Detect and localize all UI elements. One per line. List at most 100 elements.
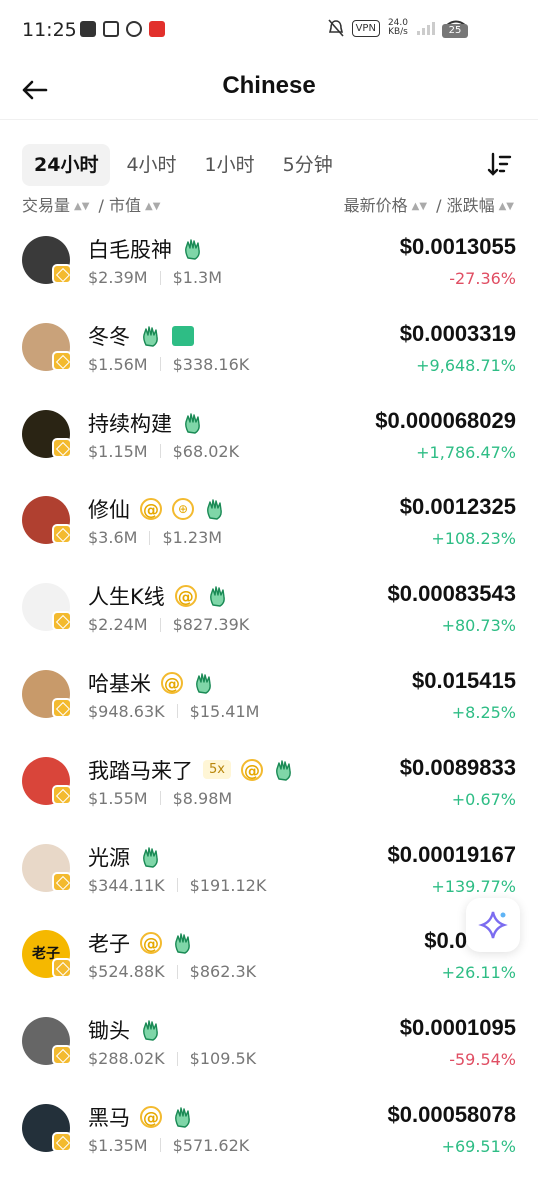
token-name: 持续构建 bbox=[88, 411, 172, 436]
token-list: 白毛股神 $2.39M $1.3M $0.0013055 -27.36% 冬冬 $1.56M… bbox=[0, 222, 538, 1177]
token-volume: $2.39M bbox=[88, 268, 148, 287]
column-headers: 交易量 ▲▼ / 市值 ▲▼ 最新价格 ▲▼ / 涨跌幅 ▲▼ bbox=[22, 192, 518, 218]
token-row[interactable]: 白毛股神 $2.39M $1.3M $0.0013055 -27.36% bbox=[0, 222, 538, 309]
diamond-hand-icon bbox=[143, 1020, 158, 1041]
token-row[interactable]: 黑马 @ $1.35M $571.62K $0.00058078 +69.51% bbox=[0, 1090, 538, 1177]
at-mention-icon: @ bbox=[161, 671, 183, 694]
token-market-cap: $827.39K bbox=[172, 615, 250, 635]
token-row[interactable]: 修仙 @ ⊕ $3.6M $1.23M $0.0012325 +108.23% bbox=[0, 482, 538, 569]
token-change: +26.11% bbox=[441, 963, 516, 983]
token-name: 冬冬 bbox=[88, 324, 130, 349]
token-row[interactable]: 人生K线 @ $2.24M $827.39K $0.00083543 +80.73% bbox=[0, 569, 538, 656]
divider bbox=[159, 444, 161, 459]
token-price: $0.015415 bbox=[412, 667, 516, 693]
diamond-hand-icon bbox=[207, 499, 222, 521]
bnb-chain-icon bbox=[52, 958, 72, 979]
token-row[interactable]: 持续构建 $1.15M $68.02K $0.000068029 +1,786.47% bbox=[0, 396, 538, 483]
token-volume: $1.15M bbox=[88, 441, 148, 461]
divider bbox=[159, 617, 161, 632]
at-mention-icon: @ bbox=[140, 932, 162, 955]
coin-icon: ⊕ bbox=[172, 498, 194, 521]
token-name: 我踏马来了 bbox=[88, 758, 193, 783]
bnb-chain-icon bbox=[52, 784, 72, 805]
token-name: 黑马 bbox=[88, 1105, 130, 1130]
sort-caret-icon: ▲▼ bbox=[145, 201, 161, 212]
link-app-icon bbox=[103, 21, 119, 37]
bnb-chain-icon bbox=[52, 697, 72, 718]
page-title: Chinese bbox=[222, 72, 316, 99]
token-name: 光源 bbox=[88, 845, 130, 870]
token-change: +69.51% bbox=[441, 1136, 516, 1156]
bnb-chain-icon bbox=[52, 1131, 72, 1152]
token-row[interactable]: 冬冬 $1.56M $338.16K $0.0003319 +9,648.71% bbox=[0, 309, 538, 396]
token-price: $0.0089833 bbox=[399, 754, 516, 780]
diamond-hand-icon bbox=[143, 326, 158, 347]
sort-caret-icon: ▲▼ bbox=[411, 201, 428, 212]
vpn-badge: VPN bbox=[351, 19, 380, 37]
token-name: 人生K线 bbox=[88, 585, 165, 610]
divider bbox=[176, 704, 178, 719]
network-speed: 24.0 KB/s bbox=[387, 18, 408, 37]
token-volume: $2.24M bbox=[88, 615, 148, 635]
at-mention-icon: @ bbox=[240, 758, 263, 781]
diamond-hand-icon bbox=[143, 846, 158, 868]
token-market-cap: $862.3K bbox=[189, 962, 257, 982]
at-mention-icon: @ bbox=[140, 498, 162, 521]
nav-bar: Chinese bbox=[0, 62, 538, 120]
token-volume: $3.6M bbox=[88, 528, 138, 548]
mute-bell-icon bbox=[327, 19, 344, 37]
divider bbox=[159, 357, 161, 372]
token-volume: $1.56M bbox=[88, 354, 148, 374]
token-row[interactable]: 我踏马来了 5x @ $1.55M $8.98M $0.0089833 +0.67% bbox=[0, 743, 538, 830]
divider bbox=[159, 270, 161, 285]
token-change: +80.73% bbox=[441, 616, 516, 636]
token-row[interactable]: 哈基米 @ $948.63K $15.41M $0.015415 +8.25% bbox=[0, 656, 538, 743]
news-app-icon bbox=[149, 21, 165, 37]
token-volume: $288.02K bbox=[88, 1049, 165, 1069]
signal-icon bbox=[417, 22, 435, 35]
divider bbox=[176, 1051, 178, 1066]
change-sort[interactable]: 涨跌幅 bbox=[447, 196, 495, 215]
token-name: 哈基米 bbox=[88, 671, 151, 696]
token-market-cap: $338.16K bbox=[172, 354, 250, 374]
token-change: +139.77% bbox=[431, 876, 516, 896]
diamond-hand-icon bbox=[276, 760, 291, 781]
token-market-cap: $191.12K bbox=[189, 875, 267, 895]
market-cap-sort[interactable]: 市值 bbox=[109, 196, 141, 215]
token-change: +0.67% bbox=[451, 789, 516, 809]
tab-4h[interactable]: 4小时 bbox=[114, 144, 188, 186]
token-market-cap: $15.41M bbox=[189, 701, 260, 721]
token-price: $0.000068029 bbox=[375, 407, 516, 433]
token-row[interactable]: 锄头 $288.02K $109.5K $0.0001095 -59.54% bbox=[0, 1003, 538, 1090]
tab-24h[interactable]: 24小时 bbox=[22, 144, 111, 186]
sort-caret-icon: ▲▼ bbox=[498, 201, 514, 212]
status-bar: 11:25 VPN 24.0 KB/s 25 bbox=[0, 0, 538, 62]
price-sort[interactable]: 最新价格 bbox=[344, 196, 408, 215]
token-market-cap: $68.02K bbox=[172, 441, 240, 461]
diamond-hand-icon bbox=[196, 673, 211, 694]
sort-icon[interactable] bbox=[486, 150, 514, 178]
divider bbox=[176, 964, 178, 979]
token-name: 白毛股神 bbox=[88, 238, 172, 262]
token-row[interactable]: 老子老子@$524.88K$862.3K$0.00086+26.11% bbox=[0, 916, 538, 1003]
token-name: 修仙 bbox=[88, 498, 130, 523]
ai-assistant-button[interactable] bbox=[466, 898, 520, 952]
volume-sort[interactable]: 交易量 bbox=[22, 196, 70, 215]
token-market-cap: $571.62K bbox=[172, 1135, 250, 1155]
diamond-hand-icon bbox=[209, 586, 225, 607]
token-market-cap: $109.5K bbox=[189, 1049, 257, 1069]
diamond-hand-icon bbox=[175, 1107, 190, 1128]
sort-caret-icon: ▲▼ bbox=[74, 201, 90, 212]
tab-5m[interactable]: 5分钟 bbox=[271, 144, 345, 186]
bnb-chain-icon bbox=[52, 524, 72, 545]
bnb-chain-icon bbox=[52, 611, 72, 632]
bnb-chain-icon bbox=[52, 1045, 72, 1066]
token-price: $0.0003319 bbox=[399, 320, 516, 346]
diamond-hand-icon bbox=[175, 933, 190, 955]
token-row[interactable]: 光源 $344.11K $191.12K $0.00019167 +139.77% bbox=[0, 830, 538, 917]
token-change: -27.36% bbox=[449, 269, 516, 288]
token-price: $0.0013055 bbox=[399, 234, 516, 259]
token-volume: $948.63K bbox=[88, 701, 165, 721]
tab-1h[interactable]: 1小时 bbox=[193, 144, 267, 186]
token-price: $0.0001095 bbox=[399, 1015, 516, 1041]
